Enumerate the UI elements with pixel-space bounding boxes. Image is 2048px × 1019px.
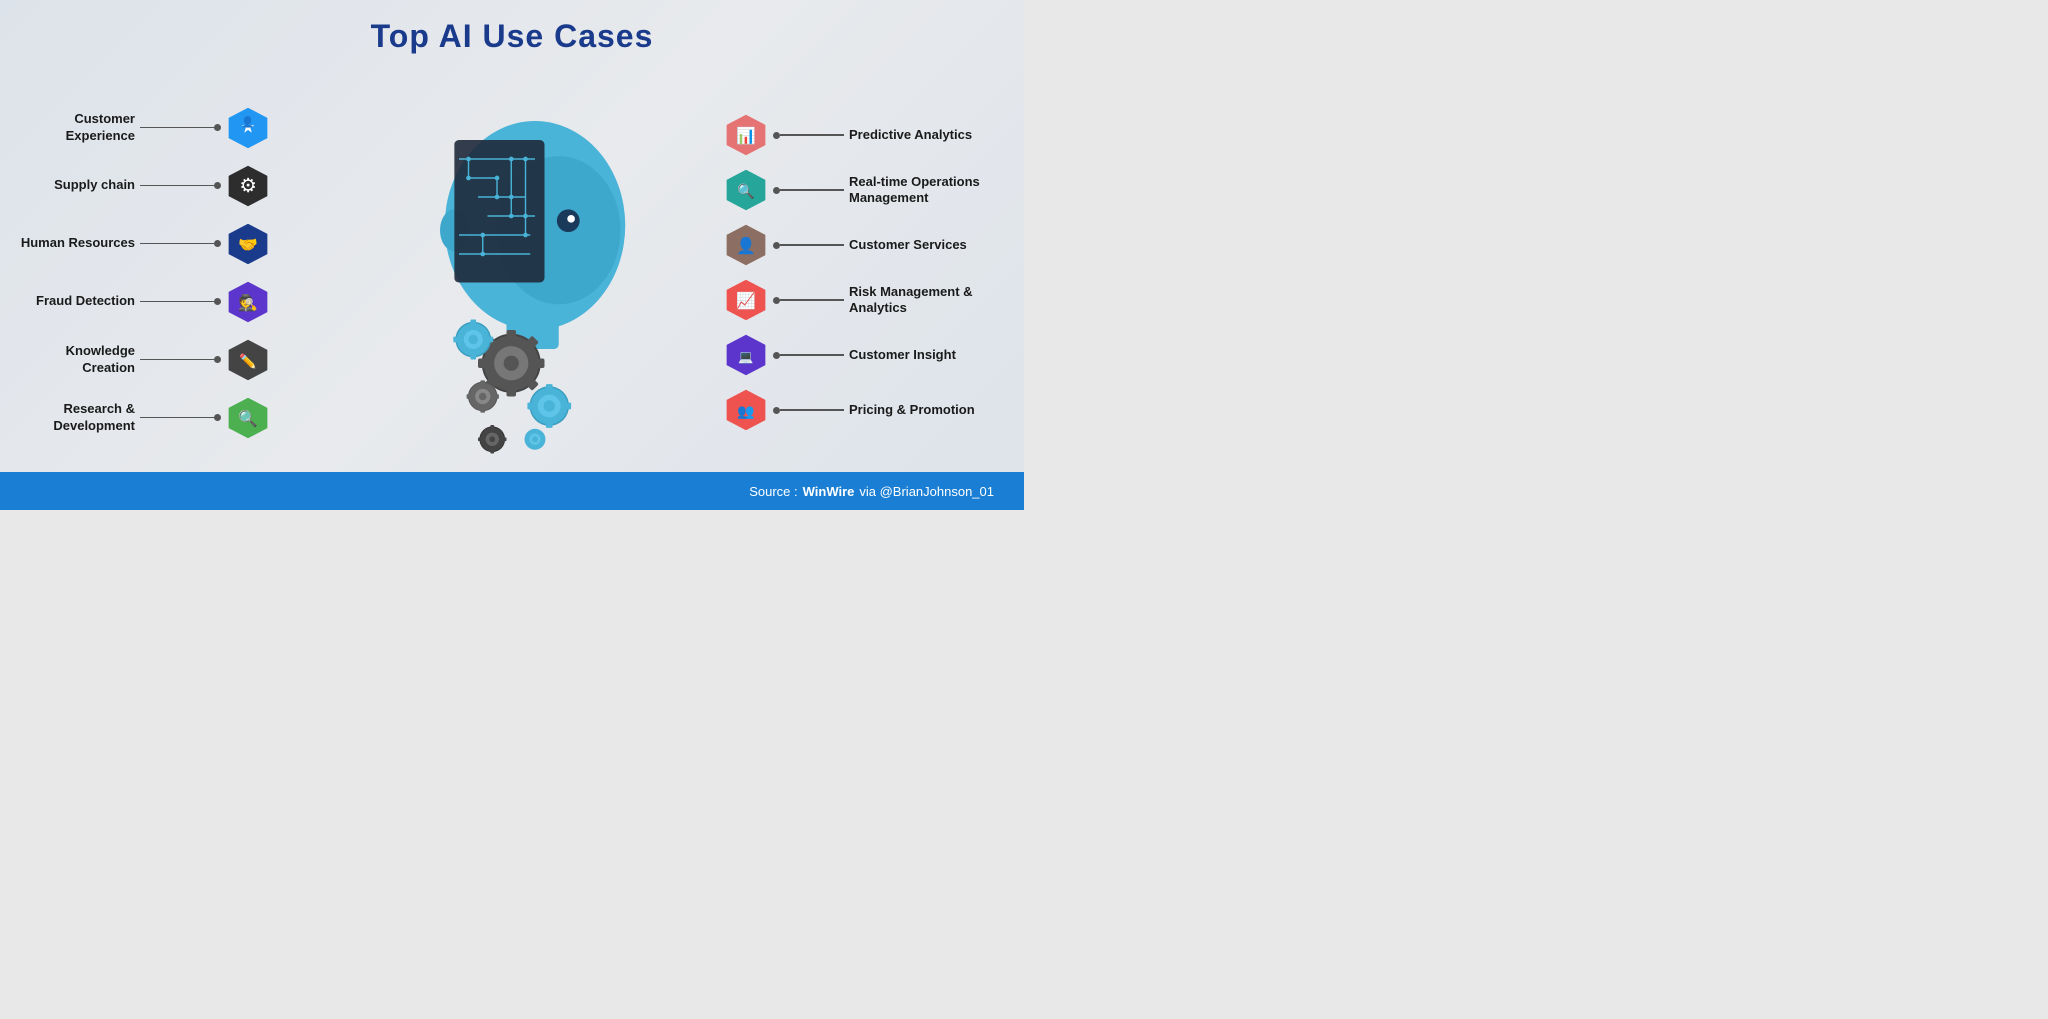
connector [773,297,844,304]
footer-suffix: via @BrianJohnson_01 [859,484,994,499]
item-label: Real-time Operations Management [849,174,1004,207]
item-label: Customer Insight [849,347,1004,363]
svg-text:📈: 📈 [736,291,756,310]
list-item: Fraud Detection 🕵 [20,280,270,324]
footer-source-prefix: Source : [749,484,797,499]
connector [773,242,844,249]
item-label: Research & Development [20,401,135,434]
right-column: 📊 Predictive Analytics 🔍 [724,113,1004,432]
list-item: 📈 Risk Management & Analytics [724,278,1004,322]
list-item: Supply chain ⚙ [20,164,270,208]
connector [140,124,221,131]
item-label: Knowledge Creation [20,343,135,376]
connector [773,187,844,194]
page-title: Top AI Use Cases [0,0,1024,55]
item-label: Customer Services [849,237,1004,253]
svg-text:⚙: ⚙ [239,175,256,197]
list-item: 🔍 Real-time Operations Management [724,168,1004,212]
svg-text:👤: 👤 [736,236,756,255]
connector [773,132,844,139]
main-container: Top AI Use Cases Customer Experience ★ 👤 [0,0,1024,510]
center-ai-head [327,83,667,463]
left-column: Customer Experience ★ 👤 Supply chain [20,106,270,440]
item-label: Human Resources [20,235,135,251]
item-label: Fraud Detection [20,293,135,309]
svg-text:📊: 📊 [736,126,756,145]
list-item: Customer Experience ★ 👤 [20,106,270,150]
svg-text:🤝: 🤝 [238,237,258,254]
hex-icon-predictive-analytics: 📊 [724,113,768,157]
hex-icon-supply-chain: ⚙ [226,164,270,208]
svg-text:🔍: 🔍 [238,408,258,428]
hex-icon-realtime-ops: 🔍 [724,168,768,212]
connector [140,240,221,247]
list-item: Research & Development 🔍 [20,396,270,440]
list-item: 💻 Customer Insight [724,333,1004,377]
list-item: 👥 Pricing & Promotion [724,388,1004,432]
svg-text:🔍: 🔍 [737,182,755,200]
svg-text:🕵: 🕵 [238,293,258,312]
footer-bar: Source : WinWire via @BrianJohnson_01 [0,472,1024,510]
list-item: 👤 Customer Services [724,223,1004,267]
connector [140,356,221,363]
hex-icon-customer-services: 👤 [724,223,768,267]
svg-text:💻: 💻 [738,350,754,364]
item-label: Predictive Analytics [849,127,1004,143]
item-label: Risk Management & Analytics [849,284,1004,317]
svg-text:✏️: ✏️ [239,352,257,370]
footer-brand: WinWire [803,484,855,499]
item-label: Supply chain [20,177,135,193]
list-item: 📊 Predictive Analytics [724,113,1004,157]
hex-icon-knowledge-creation: ✏️ [226,338,270,382]
connector [140,298,221,305]
content-area: Customer Experience ★ 👤 Supply chain [0,55,1024,480]
hex-icon-customer-insight: 💻 [724,333,768,377]
connector [773,407,844,414]
hex-icon-fraud-detection: 🕵 [226,280,270,324]
item-label: Customer Experience [20,111,135,144]
svg-text:👥: 👥 [737,403,755,420]
hex-icon-risk-management: 📈 [724,278,768,322]
connector [140,182,221,189]
svg-text:👤: 👤 [241,115,254,128]
hex-icon-research-development: 🔍 [226,396,270,440]
hex-icon-pricing-promotion: 👥 [724,388,768,432]
item-label: Pricing & Promotion [849,402,1004,418]
hex-icon-customer-experience: ★ 👤 [226,106,270,150]
hex-icon-human-resources: 🤝 [226,222,270,266]
connector [773,352,844,359]
list-item: Human Resources 🤝 [20,222,270,266]
connector [140,414,221,421]
list-item: Knowledge Creation ✏️ [20,338,270,382]
